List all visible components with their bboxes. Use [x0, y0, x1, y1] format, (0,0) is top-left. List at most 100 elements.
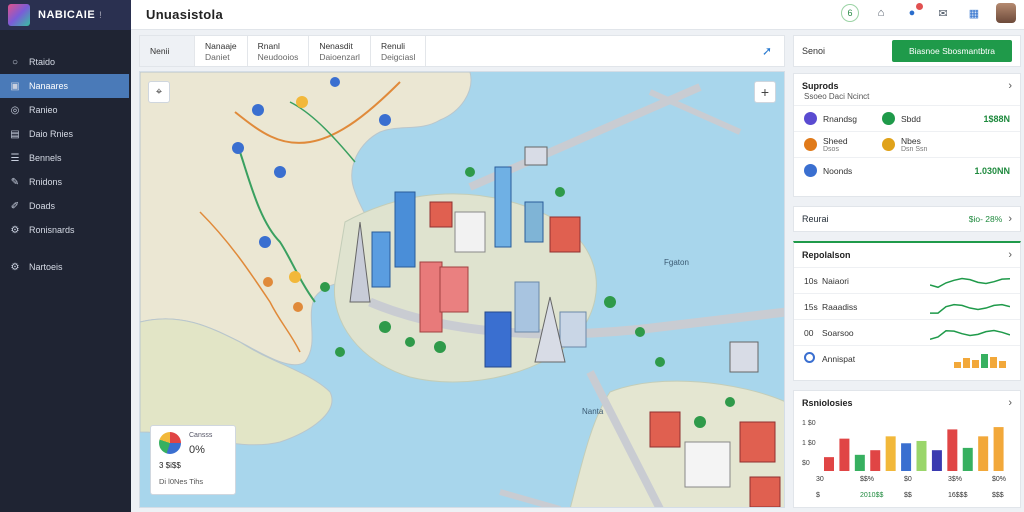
bar [993, 427, 1004, 471]
tab-subtitle: Deigciasl [380, 51, 416, 62]
card-header[interactable]: Rsniolosies › [794, 391, 1020, 415]
primary-action-button[interactable]: Biasnoe Sbosmantbtra [892, 40, 1012, 62]
card-title: Suprods [802, 81, 839, 91]
card-subtitle: Ssoeo Daci Ncinct [804, 92, 870, 101]
chevron-right-icon[interactable]: › [1008, 249, 1012, 261]
zoom-in-button[interactable]: + [754, 81, 776, 103]
sparkline-path [930, 303, 1010, 314]
trend-row[interactable]: Annispat [794, 345, 1020, 371]
stat-row[interactable]: Noonds 1.030NN [794, 157, 1020, 183]
tab[interactable]: Nenii [140, 36, 195, 66]
bar [870, 450, 881, 471]
sidebar-item[interactable]: ○ Rtaido [0, 50, 131, 74]
locate-button[interactable]: ⌖ [148, 81, 170, 103]
search-label: Senoi [802, 46, 826, 56]
stat-row[interactable]: Rnandsg Sbdd 1$88N [794, 105, 1020, 131]
map-view[interactable]: ⌖ + Fgaton Nanta Cansss 0% 3 $i$$ Di l0N… [139, 71, 785, 508]
status-dot-icon [804, 112, 817, 125]
sidebar-item[interactable]: ▣ Nanaares [0, 74, 129, 98]
avatar[interactable] [996, 3, 1016, 23]
stat-row[interactable]: Sheed Dsos Nbes Dsn Ssn [794, 131, 1020, 157]
bar [885, 436, 896, 471]
map-label-south: Nanta [582, 407, 604, 416]
chevron-right-icon[interactable]: › [1008, 213, 1012, 225]
list-icon: ☰ [10, 152, 20, 164]
legend-row: Di l0Nes Tihs [159, 477, 204, 486]
gear-icon: ⚙ [10, 261, 20, 273]
stat-cell: Noonds [804, 164, 882, 177]
notification-dot [916, 3, 923, 10]
trend-key: 15s [804, 301, 818, 312]
tab-title: Nanaaje [205, 40, 237, 51]
chevron-right-icon[interactable]: › [1008, 80, 1012, 92]
tab-title: Nenasdit [319, 40, 353, 51]
trend-row[interactable]: 10s Naiaori [794, 267, 1020, 293]
summary-ratio: $io- 28% [968, 214, 1003, 224]
bar [824, 457, 834, 471]
stat-cell: Sbdd [882, 112, 962, 125]
sidebar-item[interactable]: ☰ Bennels [0, 146, 131, 170]
stat-label: Rnandsg [823, 113, 858, 124]
stat-label: Sheed [823, 136, 848, 146]
tab[interactable]: Renuli Deigciasl [371, 36, 427, 66]
bar [916, 440, 927, 471]
sidebar-item-label: Nanaares [29, 81, 69, 91]
stat-label: Noonds [823, 165, 853, 176]
sidebar-item[interactable]: ⚙ Nartoeis [0, 255, 131, 279]
stat-text: Sheed Dsos [823, 136, 848, 153]
status-dot-icon [882, 138, 895, 151]
summary-card[interactable]: Reurai $io- 28% › [793, 206, 1021, 232]
stat-label: Sbdd [901, 113, 921, 124]
sidebar-item-label: Ranieo [29, 105, 58, 115]
card-header[interactable]: Repolalson › [794, 243, 1020, 267]
x-sub-label: $ [816, 492, 820, 499]
mini-bar [981, 353, 988, 368]
brand-name: NABICAIE [38, 9, 96, 21]
tab-title: Rnanl [257, 40, 280, 51]
stat-text: Nbes Dsn Ssn [901, 136, 927, 153]
send-icon[interactable]: ➚ [762, 36, 772, 66]
home-icon[interactable]: ⌂ [872, 4, 890, 22]
trend-row[interactable]: 00 Soarsoo [794, 319, 1020, 345]
stat-cell: Sheed Dsos [804, 136, 882, 153]
trend-row[interactable]: 15s Raaadiss [794, 293, 1020, 319]
trend-label: Raaadiss [822, 301, 858, 312]
tab[interactable]: Rnanl Neudooios [248, 36, 310, 66]
tab-subtitle: Daniet [205, 51, 230, 62]
x-sub-label: 16$$$ [948, 492, 968, 499]
apps-icon[interactable]: ▦ [965, 4, 983, 22]
tab[interactable]: Nanaaje Daniet [195, 36, 248, 66]
status-icon[interactable]: 6 [841, 4, 859, 22]
x-sub-label: $$ [904, 492, 912, 499]
stat-value: 1$88N [983, 113, 1010, 124]
trend-key: 10s [804, 275, 818, 286]
stats-card: Suprods › Ssoeo Daci Ncinct Rnandsg Sbdd 1… [793, 73, 1021, 197]
brand[interactable]: NABICAIE ! [0, 0, 131, 30]
trend-label: Annispat [822, 353, 856, 364]
notification-icon[interactable]: ● [903, 3, 923, 22]
bar-chart: 1 $0 1 $0 $0 30 $$% $0 3$% $0% $ 2010$$ $$ 16$$$ $$$ [802, 420, 1006, 499]
mail-icon[interactable]: ✉ [934, 4, 952, 22]
map-label-east: Fgaton [664, 258, 689, 267]
x-tick-label: $0% [992, 476, 1006, 483]
tab-subtitle: Neudooios [257, 51, 299, 62]
sparkline [954, 353, 1006, 368]
sidebar-item[interactable]: ⚙ Ronisnards [0, 218, 131, 242]
tab[interactable]: Nenasdit Daioenzarl [309, 36, 371, 66]
chevron-right-icon[interactable]: › [1008, 397, 1012, 409]
x-tick-label: $$% [860, 476, 874, 483]
stat-text: Rnandsg [823, 114, 857, 124]
trend-label: Soarsoo [822, 327, 854, 338]
sparkline [930, 329, 1010, 340]
sidebar-item[interactable]: ✐ Doads [0, 194, 131, 218]
bar [854, 454, 865, 471]
legend-row: 3 $i$$ [159, 461, 181, 470]
sidebar-item[interactable]: ▤ Daio Rnies [0, 122, 131, 146]
sidebar-item-label: Daio Rnies [29, 129, 74, 139]
status-dot-icon [882, 112, 895, 125]
stat-text: Noonds [823, 166, 852, 176]
sidebar-item[interactable]: ✎ Rnidons [0, 170, 131, 194]
bar [978, 436, 989, 471]
sidebar-item[interactable]: ◎ Ranieo [0, 98, 131, 122]
sparkline-path [930, 329, 1010, 340]
